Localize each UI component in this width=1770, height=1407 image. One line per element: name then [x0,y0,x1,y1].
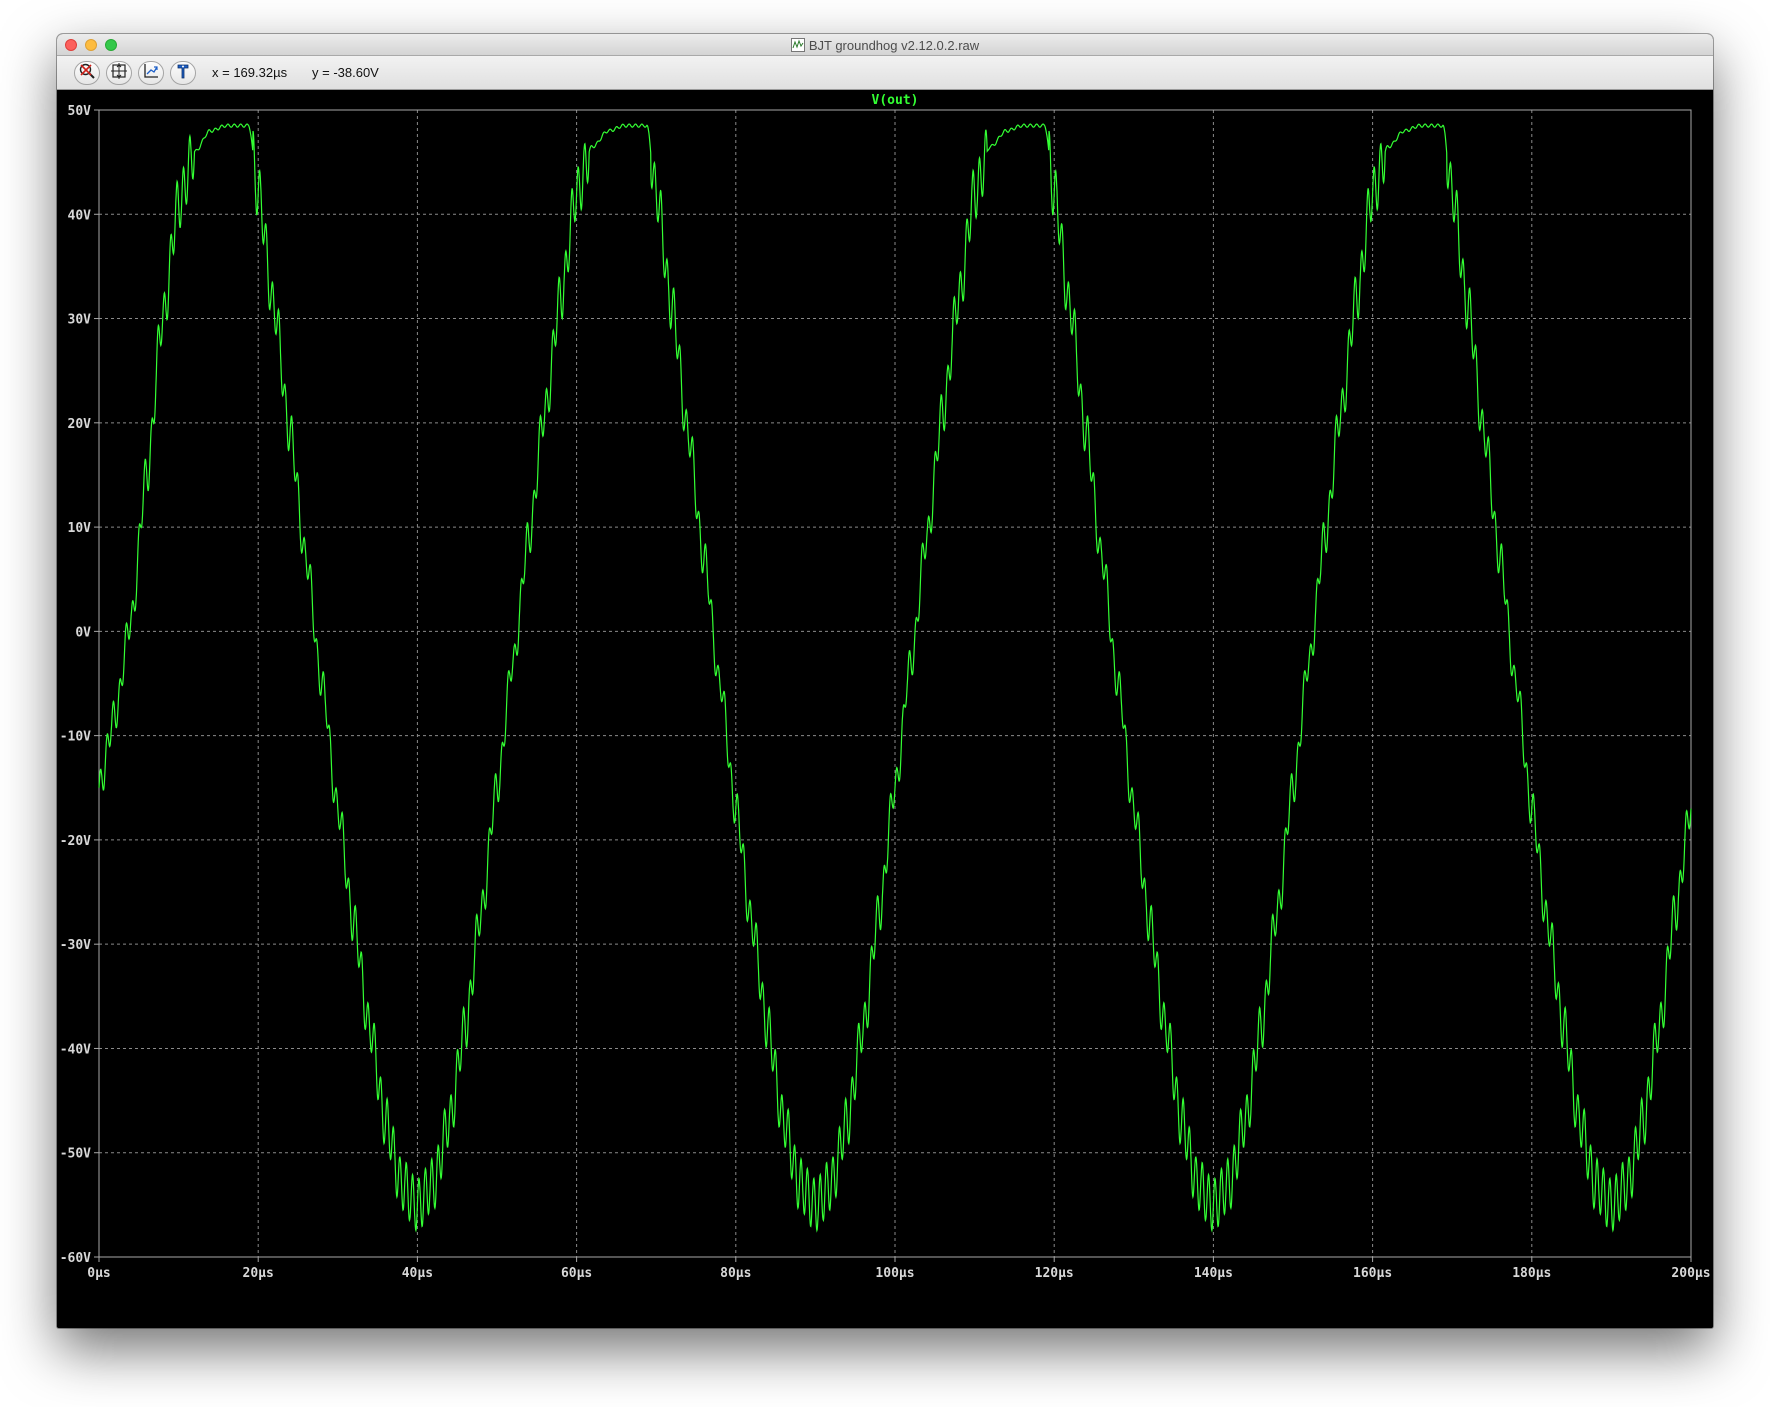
title-bar[interactable]: BJT groundhog v2.12.0.2.raw [57,34,1713,56]
window-title-wrap: BJT groundhog v2.12.0.2.raw [57,34,1713,56]
grid-layer [99,110,1691,1257]
waveform-window: BJT groundhog v2.12.0.2.raw x = 169.32µs… [57,34,1713,1328]
y-tick-label: -10V [60,730,91,745]
waveform-document-icon [790,38,805,52]
y-tick-label: 40V [68,208,92,223]
x-tick-label: 180µs [1512,1266,1551,1281]
zoom-area-icon [110,62,128,84]
x-tick-label: 100µs [875,1266,914,1281]
probe-icon [174,62,192,84]
pan-button[interactable] [138,61,164,85]
y-tick-label: 0V [75,625,91,640]
cursor-y-readout: y = -38.60V [312,65,379,80]
y-tick-label: 50V [68,104,92,119]
autorange-button[interactable] [74,61,100,85]
y-tick-label: -40V [60,1042,91,1057]
y-tick-label: -50V [60,1147,91,1162]
y-tick-label: 30V [68,313,92,328]
pan-icon [142,62,160,84]
y-tick-labels: 50V 40V 30V 20V 10V 0V -10V -20V -30V -40V -50V -60… [60,104,99,1266]
window-title: BJT groundhog v2.12.0.2.raw [808,37,980,53]
y-tick-label: -30V [60,938,91,953]
x-tick-label: 60µs [561,1266,592,1281]
x-tick-label: 160µs [1353,1266,1392,1281]
x-tick-label: 40µs [402,1266,433,1281]
x-tick-label: 200µs [1671,1266,1710,1281]
x-tick-label: 120µs [1035,1266,1074,1281]
zoom-cancel-icon [78,62,96,84]
x-tick-label: 80µs [720,1266,751,1281]
y-tick-label: 10V [68,521,92,536]
toolbar: x = 169.32µs y = -38.60V [57,56,1713,90]
zoom-area-button[interactable] [106,61,132,85]
x-tick-label: 20µs [243,1266,274,1281]
x-tick-labels: 0µs 20µs 40µs 60µs 80µs 100µs 120µs 140µs 160µs 1… [87,1257,1711,1281]
x-tick-label: 140µs [1194,1266,1233,1281]
waveform-chart[interactable]: 50V 40V 30V 20V 10V 0V -10V -20V -30V -40V -50V -60… [57,90,1713,1328]
cursor-x-readout: x = 169.32µs [212,65,288,80]
plot-pane[interactable]: 50V 40V 30V 20V 10V 0V -10V -20V -30V -40V -50V -60… [57,90,1713,1328]
y-tick-label: -20V [60,834,91,849]
y-tick-label: -60V [60,1251,91,1266]
y-tick-label: 20V [68,417,92,432]
probe-button[interactable] [170,61,196,85]
x-tick-label: 0µs [87,1266,110,1281]
trace-title[interactable]: V(out) [872,93,919,108]
